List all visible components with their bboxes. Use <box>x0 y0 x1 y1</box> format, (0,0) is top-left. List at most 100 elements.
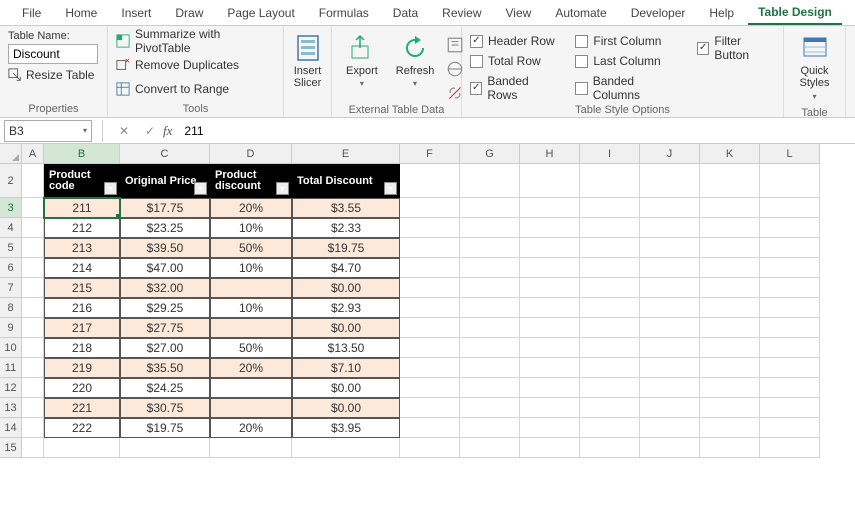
cell[interactable] <box>640 378 700 398</box>
filter-dropdown-icon[interactable]: ▾ <box>384 182 397 195</box>
cell[interactable] <box>580 318 640 338</box>
cell[interactable] <box>400 238 460 258</box>
checkbox-banded-rows[interactable]: Banded Rows <box>470 74 557 102</box>
col-header-L[interactable]: L <box>760 144 820 164</box>
cell[interactable]: 218 <box>44 338 120 358</box>
checkbox-first-col[interactable]: First Column <box>575 34 679 48</box>
cell[interactable]: $23.25 <box>120 218 210 238</box>
cell[interactable] <box>44 438 120 458</box>
cell[interactable] <box>400 338 460 358</box>
checkbox-banded-cols[interactable]: Banded Columns <box>575 74 679 102</box>
cell[interactable] <box>640 198 700 218</box>
cell[interactable] <box>760 238 820 258</box>
cell[interactable] <box>640 278 700 298</box>
cell[interactable]: $27.75 <box>120 318 210 338</box>
cell[interactable] <box>760 338 820 358</box>
cell[interactable]: $47.00 <box>120 258 210 278</box>
cell[interactable]: $30.75 <box>120 398 210 418</box>
cell[interactable] <box>210 398 292 418</box>
cell[interactable] <box>460 398 520 418</box>
cell[interactable] <box>580 164 640 198</box>
cell[interactable] <box>700 298 760 318</box>
cell[interactable] <box>400 318 460 338</box>
cell[interactable] <box>22 398 44 418</box>
tab-formulas[interactable]: Formulas <box>309 2 379 24</box>
cell[interactable] <box>640 164 700 198</box>
cell[interactable] <box>580 298 640 318</box>
cell[interactable]: $27.00 <box>120 338 210 358</box>
cell[interactable] <box>640 438 700 458</box>
cell[interactable] <box>400 438 460 458</box>
cell[interactable] <box>460 338 520 358</box>
table-header-C[interactable]: Original Price▾ <box>120 164 210 198</box>
cell[interactable]: $35.50 <box>120 358 210 378</box>
cell[interactable] <box>22 418 44 438</box>
filter-dropdown-icon[interactable]: ▾ <box>276 182 289 195</box>
cell[interactable] <box>700 338 760 358</box>
cell[interactable]: 10% <box>210 258 292 278</box>
row-header[interactable]: 12 <box>0 378 22 398</box>
cell[interactable]: 10% <box>210 298 292 318</box>
cell[interactable] <box>400 278 460 298</box>
cell[interactable] <box>760 398 820 418</box>
row-header[interactable]: 10 <box>0 338 22 358</box>
row-header[interactable]: 14 <box>0 418 22 438</box>
cell[interactable] <box>520 338 580 358</box>
cell[interactable] <box>460 358 520 378</box>
tab-draw[interactable]: Draw <box>165 2 213 24</box>
tab-review[interactable]: Review <box>432 2 491 24</box>
cell[interactable] <box>22 278 44 298</box>
cell[interactable] <box>580 258 640 278</box>
cell[interactable] <box>400 358 460 378</box>
cell[interactable]: $32.00 <box>120 278 210 298</box>
col-header-B[interactable]: B <box>44 144 120 164</box>
cell[interactable]: $19.75 <box>120 418 210 438</box>
cell[interactable] <box>760 278 820 298</box>
cell[interactable] <box>520 238 580 258</box>
row-header[interactable]: 11 <box>0 358 22 378</box>
cell[interactable]: 213 <box>44 238 120 258</box>
cell[interactable]: $39.50 <box>120 238 210 258</box>
cell[interactable]: 221 <box>44 398 120 418</box>
cell[interactable]: 217 <box>44 318 120 338</box>
cell[interactable] <box>700 278 760 298</box>
cell[interactable]: $3.55 <box>292 198 400 218</box>
cell[interactable] <box>400 298 460 318</box>
cell[interactable]: $19.75 <box>292 238 400 258</box>
cell[interactable] <box>760 438 820 458</box>
cell[interactable] <box>580 218 640 238</box>
col-header-F[interactable]: F <box>400 144 460 164</box>
cell[interactable] <box>580 358 640 378</box>
cell[interactable] <box>760 298 820 318</box>
cell[interactable] <box>640 318 700 338</box>
cell[interactable] <box>460 278 520 298</box>
cell[interactable] <box>400 218 460 238</box>
tab-file[interactable]: File <box>12 2 51 24</box>
cell[interactable] <box>460 218 520 238</box>
cell[interactable] <box>22 298 44 318</box>
checkbox-filter-btn[interactable]: Filter Button <box>697 34 775 62</box>
cell[interactable]: 50% <box>210 338 292 358</box>
cell[interactable] <box>760 358 820 378</box>
cell[interactable] <box>210 318 292 338</box>
cell[interactable] <box>760 418 820 438</box>
cell[interactable] <box>700 198 760 218</box>
cell[interactable] <box>460 198 520 218</box>
tab-table-design[interactable]: Table Design <box>748 1 842 25</box>
cell[interactable] <box>460 418 520 438</box>
cell[interactable]: 20% <box>210 198 292 218</box>
cell[interactable] <box>580 398 640 418</box>
cell[interactable]: $2.93 <box>292 298 400 318</box>
cell[interactable]: 214 <box>44 258 120 278</box>
cell[interactable] <box>22 238 44 258</box>
tab-automate[interactable]: Automate <box>545 2 616 24</box>
cell[interactable] <box>760 258 820 278</box>
cell[interactable] <box>460 438 520 458</box>
cell[interactable] <box>22 218 44 238</box>
cell[interactable] <box>210 278 292 298</box>
tab-insert[interactable]: Insert <box>111 2 161 24</box>
col-header-G[interactable]: G <box>460 144 520 164</box>
cell[interactable] <box>520 258 580 278</box>
table-name-input[interactable] <box>8 44 98 64</box>
tab-help[interactable]: Help <box>699 2 744 24</box>
